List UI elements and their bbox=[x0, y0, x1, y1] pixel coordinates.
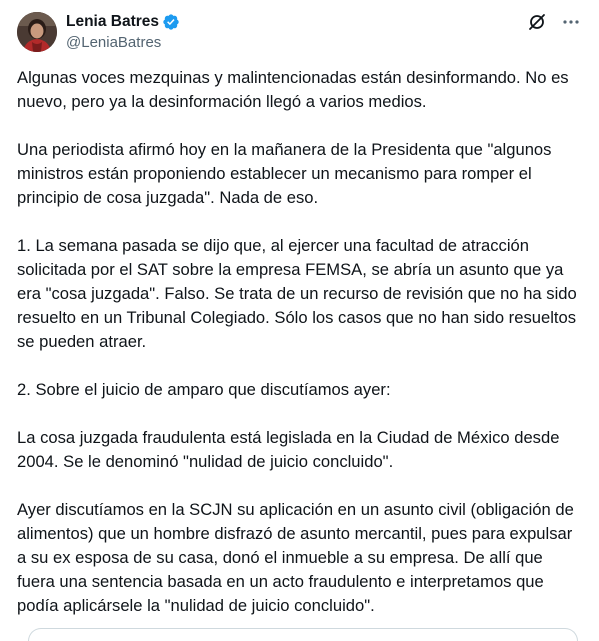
verified-badge-icon bbox=[162, 13, 180, 31]
display-name[interactable]: Lenia Batres bbox=[66, 12, 159, 32]
tweet-paragraph: 2. Sobre el juicio de amparo que discutí… bbox=[17, 380, 391, 399]
tweet-paragraph: 1. La semana pasada se dijo que, al ejer… bbox=[17, 236, 582, 351]
tweet-paragraph: Una periodista afirmó hoy en la mañanera… bbox=[17, 140, 557, 207]
display-name-row: Lenia Batres bbox=[66, 12, 180, 32]
attached-card-edge[interactable] bbox=[28, 628, 578, 641]
profile-photo-icon bbox=[17, 12, 57, 52]
tweet-paragraph: La cosa juzgada fraudulenta está legisla… bbox=[17, 428, 565, 471]
tweet-text: Algunas voces mezquinas y malintencionad… bbox=[17, 66, 585, 618]
tweet-paragraph: Ayer discutíamos en la SCJN su aplicació… bbox=[17, 500, 579, 615]
author-handle[interactable]: @LeniaBatres bbox=[66, 33, 180, 53]
more-icon[interactable] bbox=[561, 12, 581, 32]
tweet-paragraph: Algunas voces mezquinas y malintencionad… bbox=[17, 68, 574, 111]
tweet-header: Lenia Batres @LeniaBatres bbox=[0, 0, 599, 62]
avatar[interactable] bbox=[17, 12, 57, 52]
grok-icon[interactable] bbox=[527, 12, 547, 32]
author-block: Lenia Batres @LeniaBatres bbox=[66, 12, 180, 53]
header-actions bbox=[527, 12, 581, 32]
